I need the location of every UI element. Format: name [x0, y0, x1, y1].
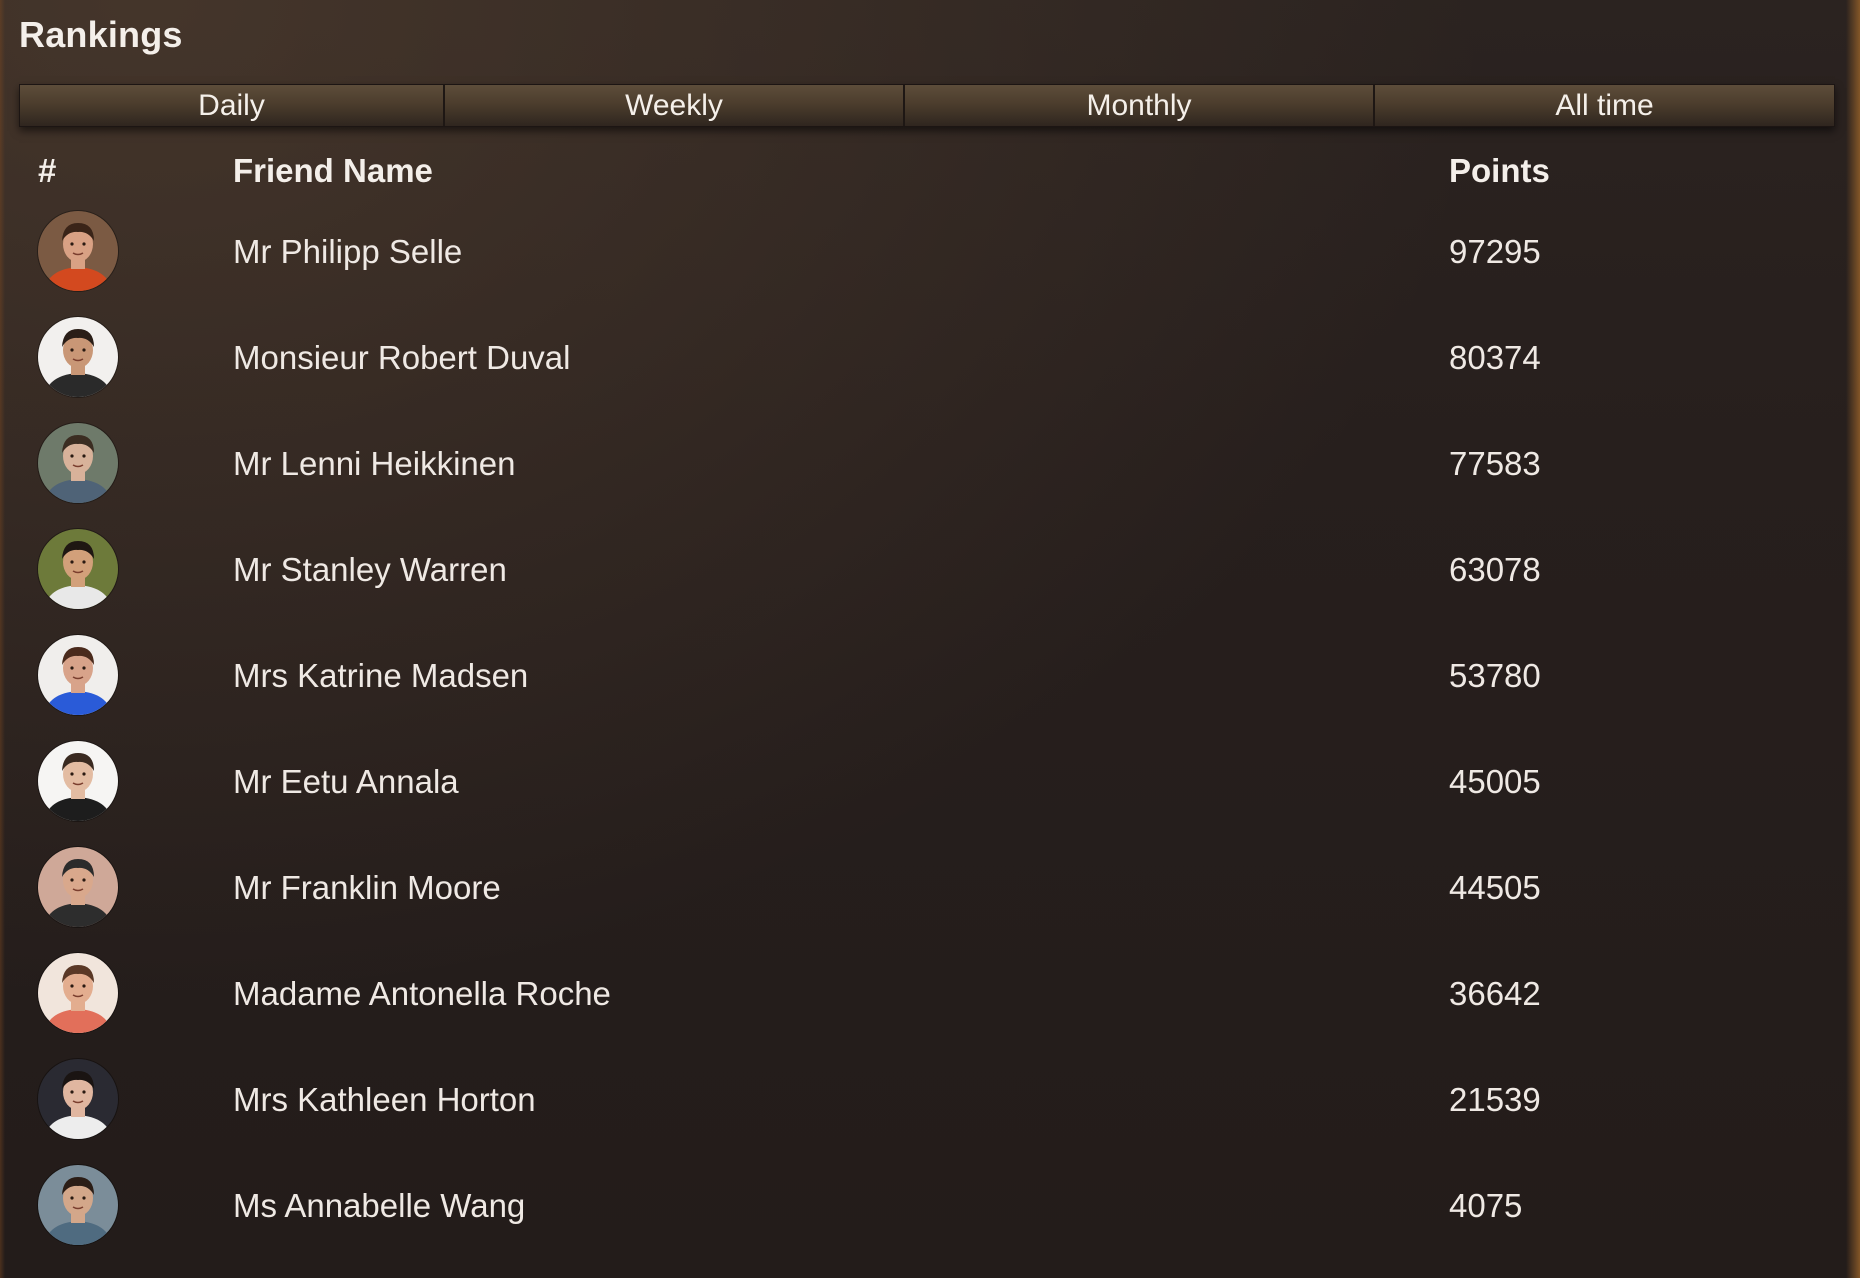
points-value: 97295: [1449, 233, 1541, 270]
table-row[interactable]: Mr Eetu Annala 45005: [0, 726, 1860, 832]
friend-name: Madame Antonella Roche: [233, 975, 611, 1012]
rankings-list: Mr Philipp Selle 97295 Monsieur Robert Duv…: [0, 196, 1860, 1256]
tab-monthly[interactable]: Monthly: [905, 85, 1375, 126]
rank-column-header: #: [38, 152, 57, 189]
avatar-photo-woman-blue-top: [38, 635, 118, 715]
table-row[interactable]: Mr Lenni Heikkinen 77583: [0, 408, 1860, 514]
friend-name: Monsieur Robert Duval: [233, 339, 571, 376]
rankings-screen: Rankings Daily Weekly Monthly All time #…: [0, 0, 1860, 1278]
tab-daily[interactable]: Daily: [20, 85, 445, 126]
points-value: 36642: [1449, 975, 1541, 1012]
tab-all-time[interactable]: All time: [1375, 85, 1834, 126]
avatar-photo-man-outdoor: [38, 423, 118, 503]
page-title: Rankings: [19, 14, 183, 55]
table-header: # Friend Name Points: [0, 148, 1860, 198]
table-row[interactable]: Mrs Katrine Madsen 53780: [0, 620, 1860, 726]
avatar-photo-man-hat: [38, 847, 118, 927]
points-value: 53780: [1449, 657, 1541, 694]
friend-name: Mr Stanley Warren: [233, 551, 507, 588]
points-value: 21539: [1449, 1081, 1541, 1118]
table-row[interactable]: Mrs Kathleen Horton 21539: [0, 1044, 1860, 1150]
points-value: 44505: [1449, 869, 1541, 906]
avatar-photo-man-striped-shirt: [38, 529, 118, 609]
friend-name: Mr Eetu Annala: [233, 763, 459, 800]
points-value: 77583: [1449, 445, 1541, 482]
avatar-photo-woman-dark-hair: [38, 1059, 118, 1139]
avatar-photo-woman-smiling: [38, 953, 118, 1033]
avatar-photo-man-white-background: [38, 741, 118, 821]
points-value: 80374: [1449, 339, 1541, 376]
friend-name: Mr Lenni Heikkinen: [233, 445, 516, 482]
table-row[interactable]: Mr Franklin Moore 44505: [0, 832, 1860, 938]
table-row[interactable]: Ms Annabelle Wang 4075: [0, 1150, 1860, 1256]
table-row[interactable]: Mr Stanley Warren 63078: [0, 514, 1860, 620]
friend-name: Mrs Kathleen Horton: [233, 1081, 536, 1118]
friend-name-column-header: Friend Name: [233, 152, 433, 189]
points-value: 4075: [1449, 1187, 1523, 1224]
table-row[interactable]: Mr Philipp Selle 97295: [0, 196, 1860, 302]
table-row[interactable]: Monsieur Robert Duval 80374: [0, 302, 1860, 408]
points-value: 63078: [1449, 551, 1541, 588]
avatar-photo-woman-outdoor: [38, 1165, 118, 1245]
friend-name: Mr Franklin Moore: [233, 869, 501, 906]
points-column-header: Points: [1449, 152, 1550, 189]
friend-name: Mr Philipp Selle: [233, 233, 463, 270]
avatar-photo-man-beard: [38, 317, 118, 397]
avatar-photo-man-orange-shirt: [38, 211, 118, 291]
points-value: 45005: [1449, 763, 1541, 800]
table-row[interactable]: Madame Antonella Roche 36642: [0, 938, 1860, 1044]
tab-weekly[interactable]: Weekly: [445, 85, 905, 126]
friend-name: Ms Annabelle Wang: [233, 1187, 526, 1224]
period-tabs: Daily Weekly Monthly All time: [19, 84, 1835, 127]
friend-name: Mrs Katrine Madsen: [233, 657, 529, 694]
